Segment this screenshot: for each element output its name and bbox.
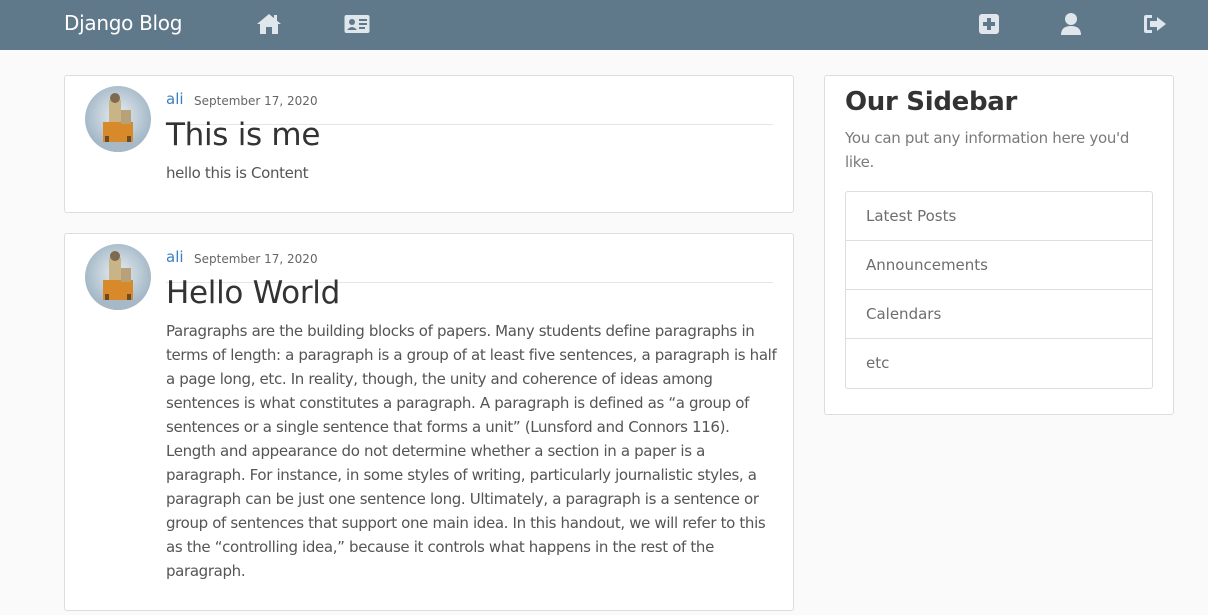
sidebar-list: Latest Posts Announcements Calendars etc [845,191,1153,389]
sidebar-item-announcements[interactable]: Announcements [846,241,1152,290]
sidebar-description: You can put any information here you'd l… [845,129,1130,171]
sidebar-card: Our Sidebar You can put any information … [824,75,1174,415]
sidebar-item-etc[interactable]: etc [846,339,1152,388]
sign-out-icon[interactable] [1142,11,1168,37]
avatar[interactable] [85,244,151,310]
brand-link[interactable]: Django Blog [64,11,182,35]
author-link[interactable]: ali [166,247,184,267]
post-date: September 17, 2020 [194,94,318,108]
post-content: hello this is Content [166,164,309,182]
navbar: Django Blog [0,0,1208,50]
sidebar-title: Our Sidebar [845,87,1018,117]
user-icon[interactable] [1058,11,1084,37]
post-card: ali September 17, 2020 This is me hello … [64,75,794,213]
post-title[interactable]: This is me [166,117,320,153]
id-card-icon[interactable] [344,11,370,37]
post-card: ali September 17, 2020 Hello World Parag… [64,233,794,611]
sidebar-item-latest-posts[interactable]: Latest Posts [846,192,1152,241]
plus-square-icon[interactable] [976,11,1002,37]
avatar[interactable] [85,86,151,152]
sidebar-item-calendars[interactable]: Calendars [846,290,1152,339]
home-icon[interactable] [256,11,282,37]
post-date: September 17, 2020 [194,252,318,266]
author-link[interactable]: ali [166,89,184,109]
post-content: Paragraphs are the building blocks of pa… [166,322,777,580]
post-title[interactable]: Hello World [166,275,340,311]
